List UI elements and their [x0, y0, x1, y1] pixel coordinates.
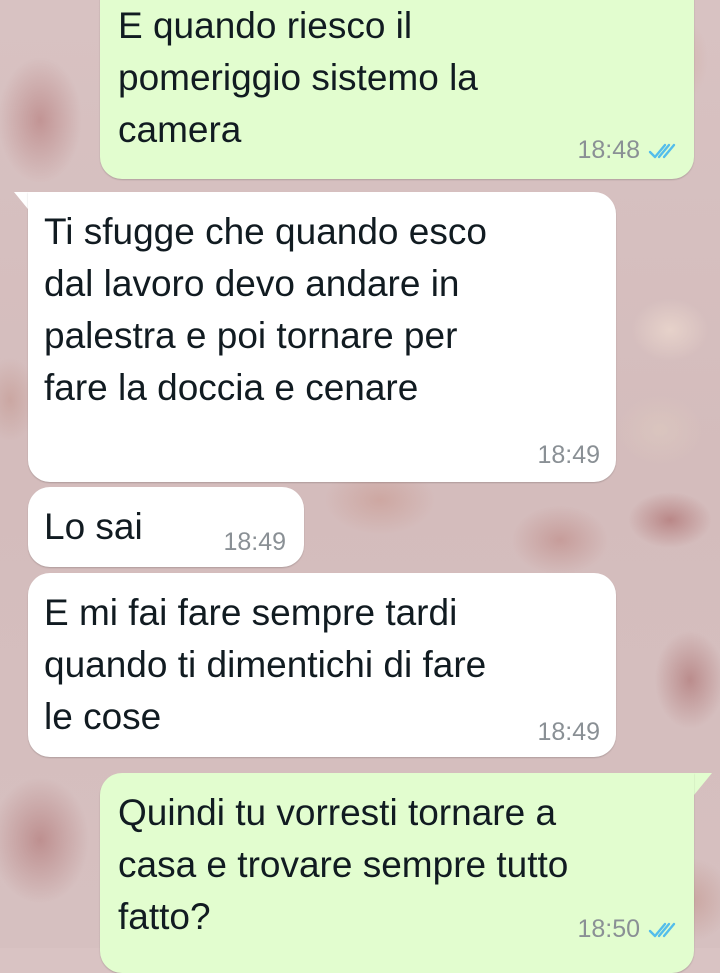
double-check-read-icon [648, 922, 676, 937]
message-bubble-outgoing[interactable]: Quindi tu vorresti tornare a casa e trov… [100, 773, 694, 973]
double-check-read-icon [648, 143, 676, 158]
message-bubble-incoming[interactable]: Ti sfugge che quando esco dal lavoro dev… [28, 192, 616, 482]
message-meta: 18:49 [537, 718, 600, 747]
message-bubble-incoming[interactable]: Lo sai 18:49 [28, 487, 304, 567]
message-text: Ti sfugge che quando esco dal lavoro dev… [44, 211, 487, 408]
message-meta: 18:50 [577, 915, 678, 944]
message-meta: 18:49 [537, 441, 600, 470]
message-bubble-incoming[interactable]: E mi fai fare sempre tardi quando ti dim… [28, 573, 616, 757]
message-timestamp: 18:49 [537, 718, 600, 746]
message-timestamp: 18:50 [577, 915, 640, 943]
message-meta: 18:49 [223, 528, 286, 557]
bubble-tail [694, 773, 712, 795]
message-text: Quindi tu vorresti tornare a casa e trov… [118, 792, 569, 937]
message-meta: 18:48 [577, 136, 678, 165]
message-bubble-outgoing[interactable]: E quando riesco il pomeriggio sistemo la… [100, 0, 694, 179]
message-text: E quando riesco il pomeriggio sistemo la… [118, 5, 478, 150]
message-timestamp: 18:49 [537, 441, 600, 469]
message-timestamp: 18:48 [577, 136, 640, 164]
message-text: Lo sai [44, 506, 143, 547]
message-text: E mi fai fare sempre tardi quando ti dim… [44, 592, 487, 737]
message-timestamp: 18:49 [223, 528, 286, 556]
